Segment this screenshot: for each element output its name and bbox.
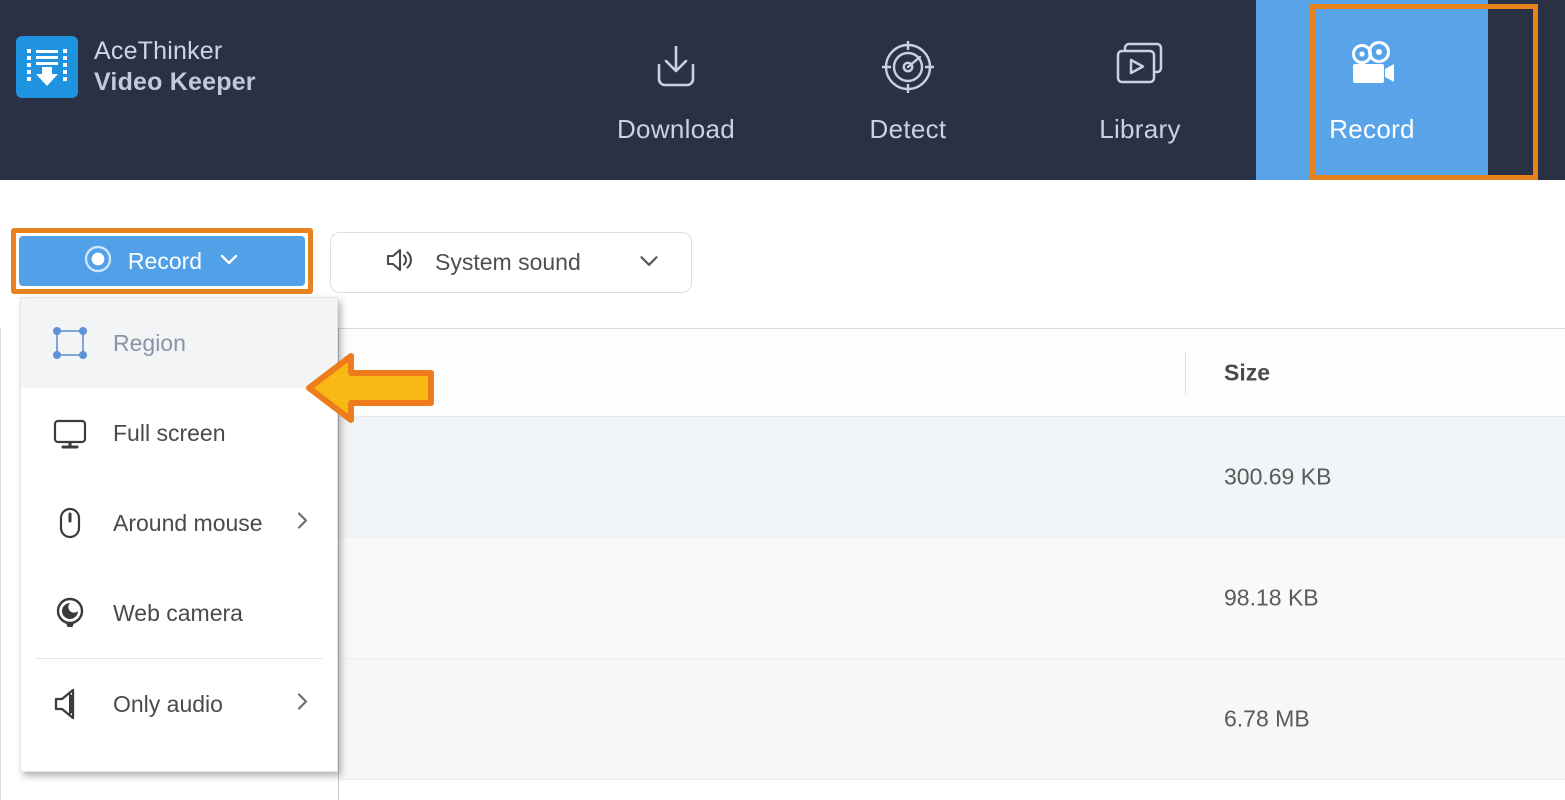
nav-item-library[interactable]: Library xyxy=(1024,0,1256,180)
application-window: AceThinker Video Keeper Download xyxy=(0,0,1565,800)
nav-item-record[interactable]: Record xyxy=(1256,0,1488,180)
monitor-icon xyxy=(49,412,95,454)
record-button-label: Record xyxy=(128,248,202,275)
column-header-size: Size xyxy=(1224,359,1270,386)
menu-item-full-screen[interactable]: Full screen xyxy=(21,388,337,478)
download-tray-icon xyxy=(645,36,707,98)
speaker-volume-icon xyxy=(383,244,415,281)
record-dot-icon xyxy=(82,243,114,280)
left-pointing-arrow-annotation xyxy=(305,352,437,424)
content-left-divider xyxy=(0,328,1,800)
selection-region-icon xyxy=(49,322,95,364)
column-separator xyxy=(1185,351,1186,395)
speaker-icon xyxy=(49,683,95,725)
table-row[interactable]: 98.18 KB xyxy=(338,538,1565,659)
brand-text: AceThinker Video Keeper xyxy=(94,36,256,99)
cell-size: 300.69 KB xyxy=(1224,464,1331,491)
chevron-right-icon xyxy=(291,510,313,537)
nav-label-record: Record xyxy=(1329,114,1415,145)
main-nav: Download Detect xyxy=(560,0,1488,180)
menu-item-label: Around mouse xyxy=(113,510,263,537)
chevron-down-icon xyxy=(216,246,242,277)
brand-product: Video Keeper xyxy=(94,67,256,98)
brand-name: AceThinker xyxy=(94,36,256,67)
nav-item-download[interactable]: Download xyxy=(560,0,792,180)
menu-item-only-audio[interactable]: Only audio xyxy=(21,659,337,749)
record-dropdown-button[interactable]: Record xyxy=(19,236,305,286)
menu-item-label: Web camera xyxy=(113,600,243,627)
menu-item-around-mouse[interactable]: Around mouse xyxy=(21,478,337,568)
downloads-table: Size 300.69 KB 98.18 KB 6.78 MB xyxy=(338,328,1565,800)
chevron-right-icon xyxy=(291,691,313,718)
sound-source-value: System sound xyxy=(435,249,581,276)
brand: AceThinker Video Keeper xyxy=(16,36,256,99)
video-camera-icon xyxy=(1341,36,1403,98)
cell-size: 98.18 KB xyxy=(1224,585,1319,612)
app-logo-icon xyxy=(16,36,78,98)
chevron-down-icon xyxy=(635,246,663,279)
webcam-icon xyxy=(49,592,95,634)
table-row[interactable]: 300.69 KB xyxy=(338,417,1565,538)
sound-source-select[interactable]: System sound xyxy=(330,232,692,293)
table-header-row: Size xyxy=(338,328,1565,417)
mouse-icon xyxy=(49,502,95,544)
nav-label-download: Download xyxy=(617,114,735,145)
table-row[interactable]: 6.78 MB xyxy=(338,659,1565,780)
radar-target-icon xyxy=(877,36,939,98)
menu-item-label: Region xyxy=(113,330,186,357)
nav-item-detect[interactable]: Detect xyxy=(792,0,1024,180)
cell-size: 6.78 MB xyxy=(1224,706,1310,733)
nav-label-detect: Detect xyxy=(870,114,947,145)
menu-item-label: Only audio xyxy=(113,691,223,718)
record-mode-menu: Region Full screen Around mouse xyxy=(20,297,338,772)
menu-item-region[interactable]: Region xyxy=(21,298,337,388)
nav-label-library: Library xyxy=(1099,114,1181,145)
app-header: AceThinker Video Keeper Download xyxy=(0,0,1565,180)
video-stack-play-icon xyxy=(1109,36,1171,98)
menu-item-label: Full screen xyxy=(113,420,225,447)
menu-item-web-camera[interactable]: Web camera xyxy=(21,568,337,658)
